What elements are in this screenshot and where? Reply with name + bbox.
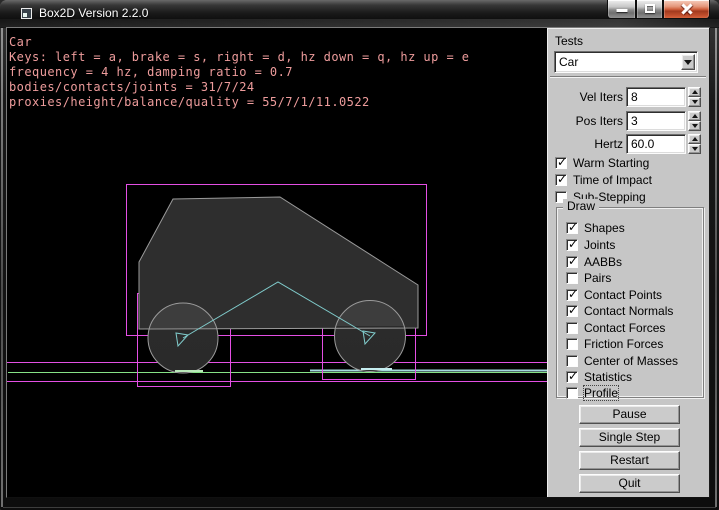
arrow-up-icon — [692, 137, 698, 141]
check-icon: ✓ — [557, 155, 567, 169]
checkbox-label: Contact Points — [584, 288, 662, 302]
vel-iters-value: 8 — [631, 89, 638, 105]
checkbox-box[interactable]: ✓ — [566, 239, 578, 251]
check-icon: ✓ — [568, 369, 578, 383]
tests-label: Tests — [555, 34, 583, 48]
vel-iters-label: Vel Iters — [547, 87, 623, 107]
minimize-icon — [616, 9, 627, 12]
checkbox-label: Contact Forces — [584, 321, 665, 335]
hertz-row: Hertz 60.0 — [547, 134, 709, 154]
pos-iters-field[interactable]: 3 — [626, 111, 686, 131]
checkbox-box[interactable]: ✓ — [566, 305, 578, 317]
check-icon: ✓ — [568, 237, 578, 251]
caption-buttons — [607, 0, 710, 19]
checkbox-box[interactable]: ✓ — [555, 174, 567, 186]
checkbox-label: Center of Masses — [584, 354, 678, 368]
checkbox-box[interactable] — [566, 322, 578, 334]
checkbox-label: Shapes — [584, 221, 625, 235]
window-frame-bottom — [3, 507, 716, 508]
pause-button[interactable]: Pause — [579, 405, 680, 424]
checkbox-box[interactable]: ✓ — [566, 222, 578, 234]
maximize-button[interactable] — [636, 0, 663, 19]
checkbox-box[interactable]: ✓ — [555, 157, 567, 169]
settings-panel: Tests Car Vel Iters8Pos Iters3Hertz60.0 … — [547, 28, 709, 497]
arrow-up-icon — [692, 114, 698, 118]
checkbox-label: AABBs — [584, 255, 622, 269]
spinner-down-button[interactable] — [688, 121, 701, 131]
checkbox-label: Time of Impact — [573, 173, 652, 187]
hertz-value: 60.0 — [631, 136, 654, 152]
check-icon: ✓ — [568, 254, 578, 268]
minimize-button[interactable] — [607, 0, 636, 19]
close-button[interactable] — [663, 0, 710, 19]
maximize-icon — [645, 4, 655, 13]
pos-iters-label: Pos Iters — [547, 111, 623, 131]
checkbox-label: Friction Forces — [584, 337, 663, 351]
hertz-stepper — [688, 134, 701, 154]
check-icon: ✓ — [568, 220, 578, 234]
spinner-down-button[interactable] — [688, 144, 701, 154]
app-icon — [21, 8, 32, 19]
debug-draw-layer — [7, 28, 547, 497]
quit-button[interactable]: Quit — [579, 474, 680, 493]
pos-iters-stepper — [688, 111, 701, 131]
pos-iters-row: Pos Iters 3 — [547, 111, 709, 131]
vel-iters-stepper — [688, 87, 701, 107]
single-step-button[interactable]: Single Step — [579, 428, 680, 447]
spinner-up-button[interactable] — [688, 87, 701, 97]
simulation-canvas[interactable]: CarKeys: left = a, brake = s, right = d,… — [7, 28, 547, 497]
restart-button[interactable]: Restart — [579, 451, 680, 470]
check-icon: ✓ — [568, 303, 578, 317]
chevron-down-icon — [684, 60, 692, 65]
checkbox-box[interactable]: ✓ — [566, 256, 578, 268]
separator — [550, 76, 706, 78]
window-title: Box2D Version 2.2.0 — [39, 6, 148, 20]
titlebar-glass-streak — [0, 19, 719, 27]
checkbox-box[interactable]: ✓ — [566, 371, 578, 383]
vel-iters-row: Vel Iters 8 — [547, 87, 709, 107]
window-frame-left — [1, 24, 3, 507]
checkbox-label: Joints — [584, 238, 615, 252]
arrow-down-icon — [692, 124, 698, 128]
app-window: Box2D Version 2.2.0 CarKeys: left = a, b… — [0, 0, 719, 510]
pos-iters-value: 3 — [631, 113, 638, 129]
client-area: CarKeys: left = a, brake = s, right = d,… — [6, 27, 710, 498]
spinner-up-button[interactable] — [688, 134, 701, 144]
titlebar[interactable]: Box2D Version 2.2.0 — [0, 0, 719, 28]
hertz-field[interactable]: 60.0 — [626, 134, 686, 154]
checkbox-box[interactable] — [566, 355, 578, 367]
tests-dropdown-value: Car — [559, 54, 578, 70]
arrow-up-icon — [692, 90, 698, 94]
check-icon: ✓ — [557, 172, 567, 186]
checkbox-box[interactable] — [566, 338, 578, 350]
spinner-up-button[interactable] — [688, 111, 701, 121]
draw-group-legend: Draw — [563, 199, 599, 214]
checkbox-label: Statistics — [584, 370, 632, 384]
window-frame-right — [715, 24, 717, 507]
checkbox-box[interactable] — [566, 272, 578, 284]
tests-dropdown[interactable]: Car — [554, 51, 698, 73]
arrow-down-icon — [692, 147, 698, 151]
hertz-label: Hertz — [547, 134, 623, 154]
checkbox-box[interactable] — [566, 387, 578, 399]
check-icon: ✓ — [568, 287, 578, 301]
checkbox-label: Contact Normals — [584, 304, 673, 318]
checkbox-box[interactable]: ✓ — [566, 289, 578, 301]
spinner-down-button[interactable] — [688, 97, 701, 107]
checkbox-label: Warm Starting — [573, 156, 649, 170]
checkbox-label: Pairs — [584, 271, 611, 285]
checkbox-label: Profile — [584, 386, 618, 400]
vel-iters-field[interactable]: 8 — [626, 87, 686, 107]
arrow-down-icon — [692, 100, 698, 104]
dropdown-arrow-button[interactable] — [681, 54, 695, 70]
